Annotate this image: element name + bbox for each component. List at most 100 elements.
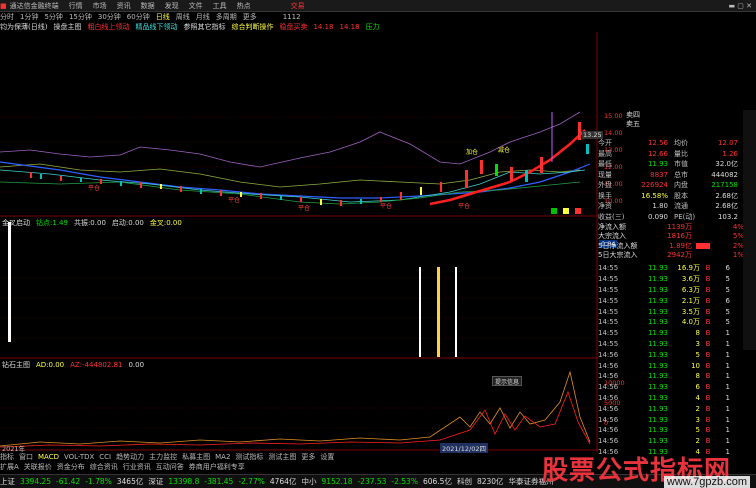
- sub1-item: 金叉:0.00: [149, 219, 182, 227]
- period-30min[interactable]: 30分钟: [98, 12, 121, 22]
- menu-news[interactable]: 资讯: [117, 1, 131, 11]
- quote-value: 8837: [650, 170, 668, 179]
- period-multi[interactable]: 多周期: [216, 12, 237, 22]
- quote-key: 最低: [598, 160, 612, 169]
- tick-flag: B: [705, 264, 711, 273]
- sub2-popup[interactable]: 提示信息: [492, 376, 523, 386]
- index-name[interactable]: 中小: [301, 476, 316, 487]
- flow-pct: 1%: [732, 251, 744, 260]
- signal-bar: [8, 222, 11, 342]
- indicator-bar: 钧为保薄(日线) 操盘主图 粗白线上领动 精品线下领动 参照其它指标 综合判断操…: [0, 22, 440, 32]
- ask-level-5: 卖五: [626, 120, 640, 128]
- index-name[interactable]: 科创: [457, 476, 472, 487]
- tab-industry[interactable]: 行业资讯: [123, 462, 151, 471]
- menu-file[interactable]: 文件: [189, 1, 203, 11]
- quote-row: 外盘 226924 内盘 217158: [598, 180, 743, 191]
- tab-welfare[interactable]: 券商用户福利专享: [189, 462, 245, 471]
- tick-volume: 8: [695, 329, 700, 338]
- period-fenshi[interactable]: 分时: [0, 12, 14, 22]
- indicator-main[interactable]: 操盘主图: [53, 22, 81, 32]
- tab-news[interactable]: 综合资讯: [90, 462, 118, 471]
- tick-time: 14:56: [598, 426, 619, 435]
- tick-volume: 10: [691, 361, 700, 370]
- tab-settings[interactable]: 设置: [320, 452, 334, 461]
- tab-main-force[interactable]: 主力监控: [149, 452, 177, 461]
- quote-key: 外盘: [598, 181, 612, 190]
- tab-macd[interactable]: MACD: [38, 453, 59, 461]
- period-5min[interactable]: 5分钟: [44, 12, 62, 22]
- tick-count: 1: [725, 383, 730, 392]
- tab-cci[interactable]: CCI: [99, 453, 111, 461]
- flow-key: 净流入额: [598, 222, 626, 231]
- tab-fund-dist[interactable]: 资金分布: [57, 462, 85, 471]
- quote-row: 现量 8837 总市 444082: [598, 170, 743, 181]
- tab-vol[interactable]: VOL-TDX: [64, 453, 94, 461]
- tick-flag: B: [705, 275, 711, 284]
- signal-bar: [437, 267, 440, 357]
- tick-price: 11.93: [647, 329, 668, 338]
- tab-test-indicator[interactable]: 测试指标: [235, 452, 263, 461]
- right-toolbar[interactable]: [743, 110, 756, 350]
- tab-trend[interactable]: 趋势动力: [116, 452, 144, 461]
- axis-tick: 15.00: [604, 112, 623, 120]
- menu-market[interactable]: 市场: [93, 1, 107, 11]
- period-more[interactable]: 更多: [243, 12, 257, 22]
- flow-bar: [696, 224, 724, 230]
- tick-volume: 3.6万: [681, 275, 700, 284]
- index-name[interactable]: 深证: [148, 476, 163, 487]
- tab-test-main[interactable]: 测试主图: [268, 452, 296, 461]
- tick-list[interactable]: 14:55 11.93 16.9万 B 6 14:55 11.93 3.6万 B 5 14:55 11…: [598, 263, 748, 457]
- kline-chart-area[interactable]: 平仓 平仓 平仓 平仓 加仓 减仓 平仓: [0, 32, 598, 452]
- tick-row: 14:56 11.93 2 B 1: [598, 436, 748, 447]
- menu-tools[interactable]: 工具: [213, 1, 227, 11]
- quote-key: 现量: [598, 170, 612, 179]
- sub2-header: 钻石主图 AD:0.00 AZ:-444802.81 0.00: [2, 360, 144, 370]
- tick-time: 14:55: [598, 296, 619, 305]
- period-15min[interactable]: 15分钟: [69, 12, 92, 22]
- menu-data[interactable]: 数据: [141, 1, 155, 11]
- index-name[interactable]: 上证: [0, 476, 15, 487]
- menu-market-quote[interactable]: 行情: [69, 1, 83, 11]
- flow-bar: [696, 252, 724, 258]
- period-1min[interactable]: 1分钟: [20, 12, 38, 22]
- quote-key: 总市: [674, 170, 688, 179]
- tick-row: 14:56 11.93 3 B 1: [598, 414, 748, 425]
- flow-key: 大宗流入: [598, 232, 626, 241]
- quote-value: 2.68亿: [715, 202, 738, 211]
- stock-code: 1112: [282, 13, 301, 21]
- tick-count: 5: [725, 275, 730, 284]
- flow-bar: [696, 233, 724, 239]
- tab-related[interactable]: 关联报价: [24, 462, 52, 471]
- tab-indicator[interactable]: 指标: [0, 452, 14, 461]
- index-value: 13398.8: [168, 477, 200, 486]
- tick-count: 1: [725, 404, 730, 413]
- tick-time: 14:56: [598, 383, 619, 392]
- sub1-item: 钻点:1.49: [36, 219, 68, 227]
- tab-private[interactable]: 私募主图: [182, 452, 210, 461]
- tab-qa[interactable]: 互动问答: [156, 462, 184, 471]
- tick-time: 14:56: [598, 404, 619, 413]
- tick-count: 5: [725, 285, 730, 294]
- chart-label-pingcang: 平仓: [88, 184, 100, 192]
- tab-ext-a[interactable]: 扩展A: [0, 462, 19, 471]
- menu-discover[interactable]: 发现: [165, 1, 179, 11]
- period-60min[interactable]: 60分钟: [127, 12, 150, 22]
- tick-flag: B: [705, 350, 711, 359]
- tick-volume: 6.3万: [681, 285, 700, 294]
- quote-row: 最低 11.93 市值 32.0亿: [598, 159, 743, 170]
- menu-hot[interactable]: 热点: [237, 1, 251, 11]
- flow-key: 5日净流入额: [598, 241, 638, 250]
- period-daily[interactable]: 日线: [156, 12, 170, 22]
- quote-value: 444082: [711, 170, 738, 179]
- tick-count: 5: [725, 318, 730, 327]
- tab-ma2[interactable]: MA2: [215, 453, 230, 461]
- quote-value: 2.68亿: [715, 191, 738, 200]
- window-controls[interactable]: ▬ ▢ ✕: [728, 2, 752, 10]
- flow-bar: [696, 242, 710, 249]
- period-monthly[interactable]: 月线: [196, 12, 210, 22]
- sub2-item: 0.00: [128, 361, 145, 369]
- tab-window[interactable]: 窗口: [19, 452, 33, 461]
- period-weekly[interactable]: 周线: [176, 12, 190, 22]
- tab-more[interactable]: 更多: [301, 452, 315, 461]
- menu-trade[interactable]: 交易: [291, 1, 305, 11]
